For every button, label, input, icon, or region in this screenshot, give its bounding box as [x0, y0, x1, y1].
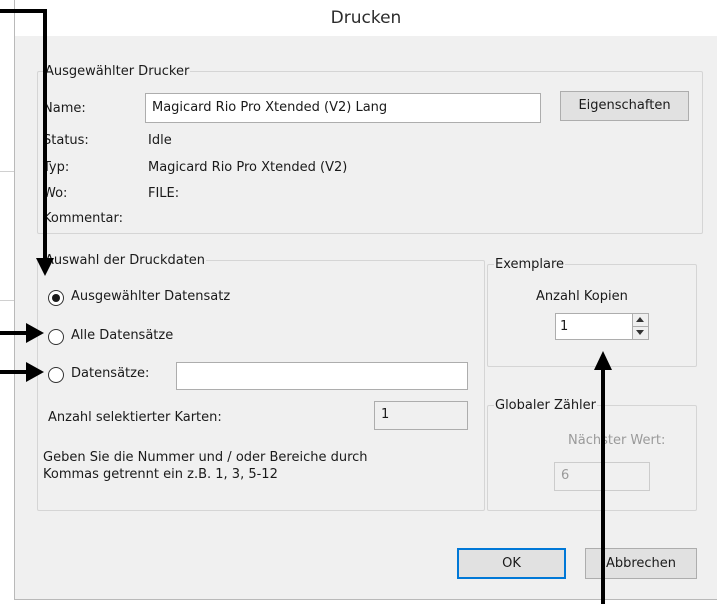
location-value: FILE: [148, 186, 180, 201]
range-hint-text: Geben Sie die Nummer und / oder Bereiche… [43, 450, 368, 482]
selected-cards-field: 1 [374, 401, 468, 430]
properties-button[interactable]: Eigenschaften [560, 91, 689, 121]
global-counter-legend: Globaler Zähler [495, 398, 597, 413]
next-value-field: 6 [554, 462, 650, 491]
type-label: Typ: [43, 160, 70, 175]
print-data-selection-legend: Auswahl der Druckdaten [45, 253, 206, 268]
radio-all-records-label[interactable]: Alle Datensätze [71, 328, 173, 343]
copies-legend: Exemplare [495, 257, 565, 272]
printer-name-label: Name: [43, 101, 86, 116]
ok-button[interactable]: OK [457, 548, 566, 579]
next-value: 6 [561, 468, 570, 483]
dialog-title: Drucken [330, 8, 402, 28]
title-bar: Drucken [15, 0, 717, 36]
radio-records-range[interactable] [48, 367, 64, 383]
spin-up-icon[interactable] [636, 317, 644, 322]
type-value: Magicard Rio Pro Xtended (V2) [148, 160, 348, 175]
selected-printer-group: Ausgewählter Drucker [37, 64, 703, 234]
records-range-input[interactable] [176, 362, 468, 390]
status-label: Status: [43, 133, 89, 148]
cancel-button[interactable]: Abbrechen [585, 548, 697, 579]
spin-down-icon[interactable] [636, 330, 644, 335]
copies-label: Anzahl Kopien [536, 289, 628, 304]
printer-name-value: Magicard Rio Pro Xtended (V2) Lang [152, 100, 388, 115]
location-label: Wo: [43, 186, 68, 201]
copies-spin-control[interactable] [632, 314, 648, 339]
print-dialog: Drucken Ausgewählter Drucker Name: Magic… [14, 0, 717, 600]
radio-selected-record[interactable] [48, 290, 64, 306]
radio-records-range-label[interactable]: Datensätze: [71, 366, 149, 381]
status-value: Idle [148, 133, 172, 148]
radio-selected-record-label[interactable]: Ausgewählter Datensatz [71, 289, 230, 304]
printer-name-field[interactable]: Magicard Rio Pro Xtended (V2) Lang [145, 93, 541, 123]
radio-all-records[interactable] [48, 329, 64, 345]
selected-cards-label: Anzahl selektierter Karten: [48, 410, 222, 425]
selected-printer-legend: Ausgewählter Drucker [45, 64, 190, 79]
comment-label: Kommentar: [43, 211, 123, 226]
copies-group: Exemplare [487, 257, 697, 367]
next-value-label: Nächster Wert: [568, 433, 666, 448]
copies-spinbox[interactable]: 1 [555, 313, 649, 340]
copies-value: 1 [560, 319, 569, 334]
global-counter-group: Globaler Zähler [487, 398, 697, 511]
selected-cards-value: 1 [381, 407, 390, 422]
